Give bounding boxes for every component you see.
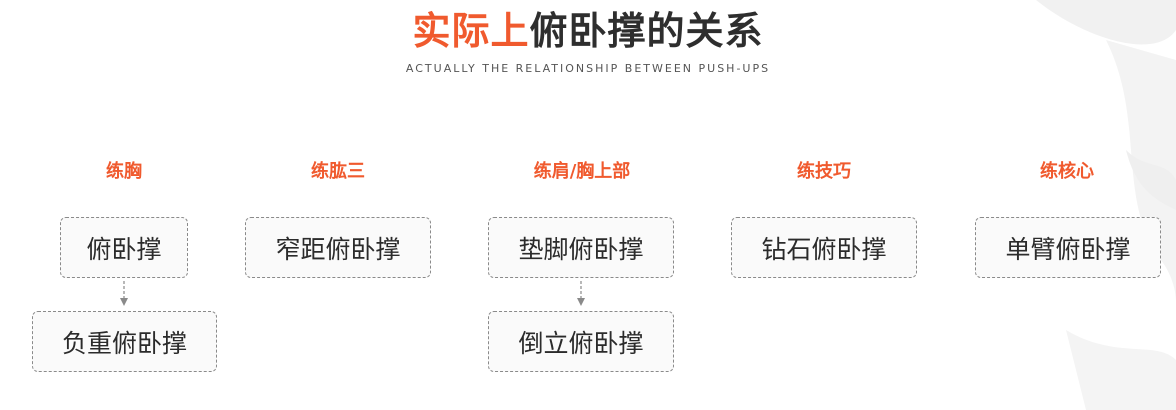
- column-heading-shoulders-upper-chest: 练肩/胸上部: [533, 161, 631, 182]
- node-diamond-pushup: 钻石俯卧撑: [731, 217, 917, 278]
- page-title: 实际上俯卧撑的关系: [0, 8, 1176, 54]
- arrow-down-icon: [120, 281, 128, 306]
- title-rest: 俯卧撑的关系: [529, 9, 764, 53]
- node-pushup: 俯卧撑: [60, 217, 188, 278]
- column-heading-triceps: 练肱三: [311, 161, 365, 182]
- column-heading-core: 练核心: [1040, 161, 1094, 182]
- column-heading-chest: 练胸: [106, 161, 142, 182]
- node-weighted-pushup: 负重俯卧撑: [32, 311, 217, 372]
- page-subtitle: ACTUALLY THE RELATIONSHIP BETWEEN PUSH-U…: [405, 62, 771, 75]
- node-one-arm-pushup: 单臂俯卧撑: [975, 217, 1161, 278]
- node-close-grip-pushup: 窄距俯卧撑: [245, 217, 431, 278]
- arrow-down-icon: [577, 281, 585, 306]
- title-highlight: 实际上: [412, 9, 530, 53]
- column-heading-technique: 练技巧: [797, 161, 851, 182]
- node-handstand-pushup: 倒立俯卧撑: [488, 311, 674, 372]
- node-decline-pushup: 垫脚俯卧撑: [488, 217, 674, 278]
